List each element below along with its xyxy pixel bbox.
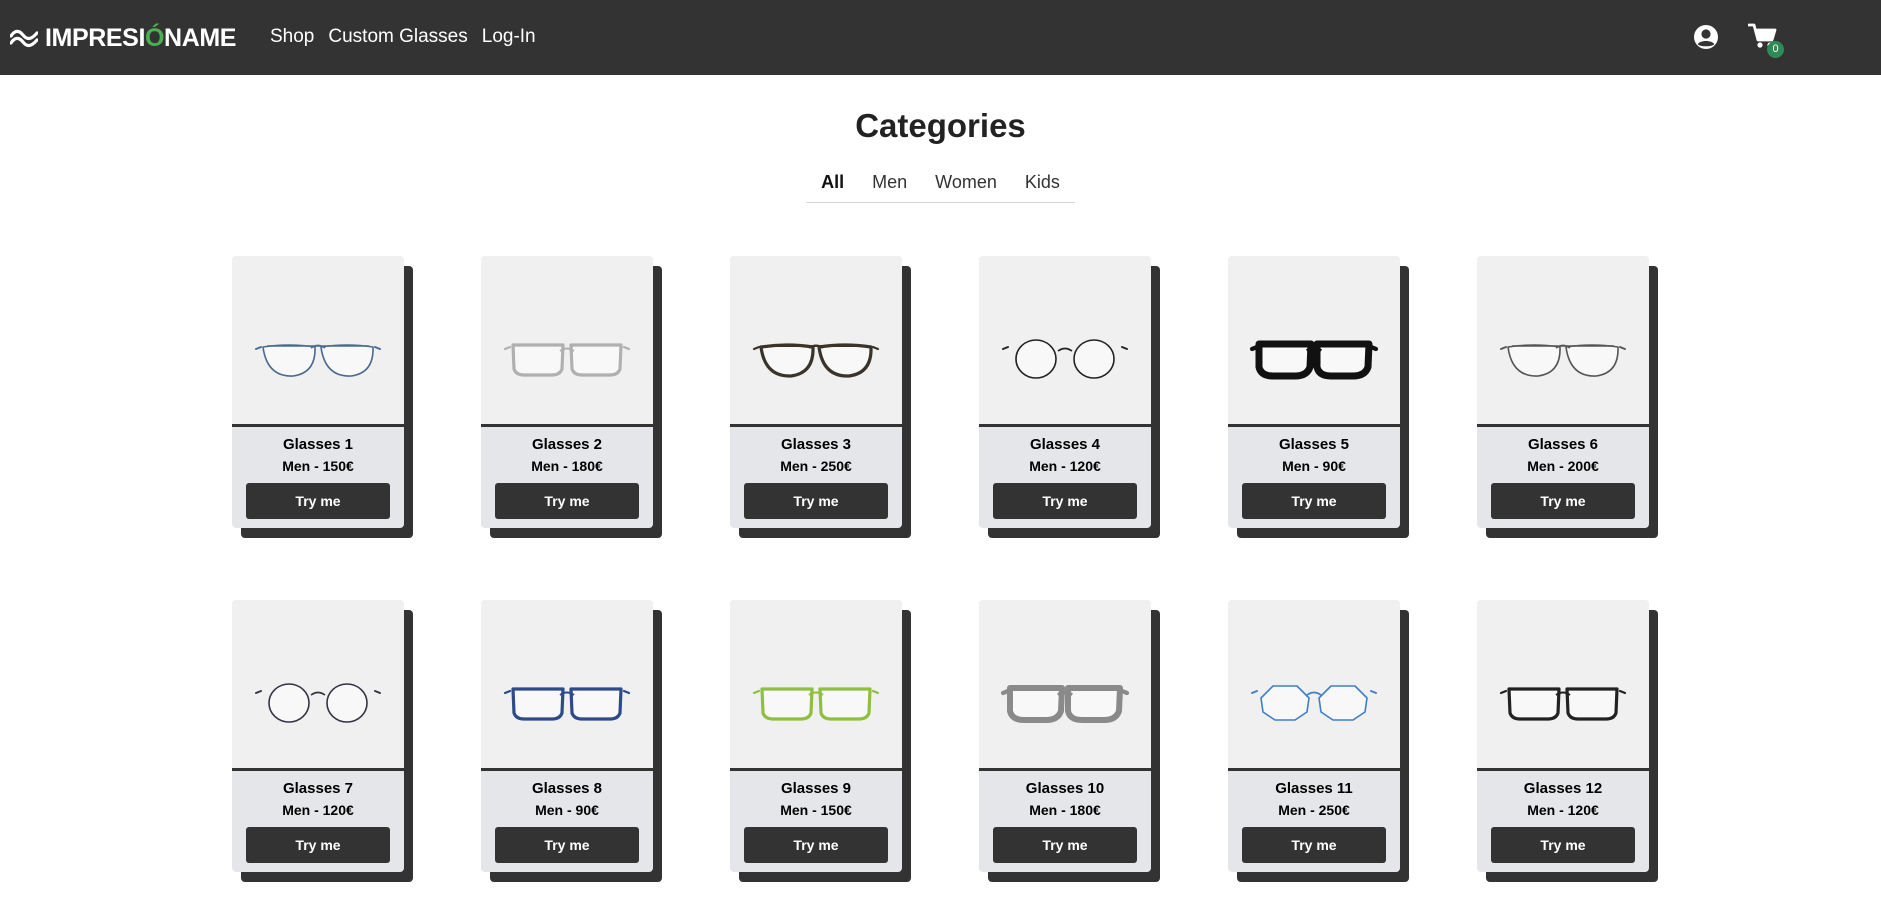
glasses-icon (752, 343, 880, 378)
product-card: Glasses 12 Men - 120€ Try me (1477, 600, 1649, 872)
nav-link-shop[interactable]: Shop (270, 24, 314, 50)
glasses-icon (255, 683, 381, 723)
glasses-icon (503, 343, 631, 377)
product-card: Glasses 4 Men - 120€ Try me (979, 256, 1151, 528)
product-name: Glasses 12 (1523, 780, 1603, 797)
glasses-icon (1002, 339, 1128, 379)
product-image[interactable] (1477, 256, 1649, 427)
product-name: Glasses 8 (531, 780, 603, 797)
try-me-button[interactable]: Try me (993, 483, 1137, 519)
product-image[interactable] (481, 600, 653, 771)
try-me-button[interactable]: Try me (993, 827, 1137, 863)
product-price: Men - 250€ (1278, 802, 1350, 818)
product-image[interactable] (1477, 600, 1649, 771)
product-image[interactable] (232, 256, 404, 427)
product-image[interactable] (730, 600, 902, 771)
glasses-icon (1249, 340, 1379, 380)
try-me-button[interactable]: Try me (1242, 827, 1386, 863)
product-card: Glasses 2 Men - 180€ Try me (481, 256, 653, 528)
try-me-button[interactable]: Try me (1491, 827, 1635, 863)
product-image[interactable] (730, 256, 902, 427)
try-me-button[interactable]: Try me (246, 827, 390, 863)
try-me-button[interactable]: Try me (1242, 483, 1386, 519)
product-price: Men - 90€ (1282, 458, 1346, 474)
tab-men[interactable]: Men (858, 168, 921, 202)
product-name: Glasses 6 (1527, 436, 1599, 453)
product-name: Glasses 1 (282, 436, 354, 453)
try-me-button[interactable]: Try me (744, 827, 888, 863)
product-price: Men - 180€ (1029, 802, 1101, 818)
product-name: Glasses 9 (780, 780, 852, 797)
product-price: Men - 180€ (531, 458, 603, 474)
wave-icon (10, 28, 38, 48)
product-card: Glasses 9 Men - 150€ Try me (730, 600, 902, 872)
try-me-button[interactable]: Try me (246, 483, 390, 519)
product-card: Glasses 8 Men - 90€ Try me (481, 600, 653, 872)
product-price: Men - 250€ (780, 458, 852, 474)
try-me-button[interactable]: Try me (1491, 483, 1635, 519)
try-me-button[interactable]: Try me (495, 827, 639, 863)
product-card: Glasses 5 Men - 90€ Try me (1228, 256, 1400, 528)
nav-link-custom-glasses[interactable]: Custom Glasses (328, 24, 467, 50)
account-button[interactable] (1692, 23, 1720, 51)
product-name: Glasses 5 (1278, 436, 1350, 453)
tab-all[interactable]: All (807, 168, 858, 202)
glasses-icon (1000, 685, 1130, 723)
product-card: Glasses 6 Men - 200€ Try me (1477, 256, 1649, 528)
product-card: Glasses 10 Men - 180€ Try me (979, 600, 1151, 872)
product-price: Men - 200€ (1527, 458, 1599, 474)
product-name: Glasses 10 (1025, 780, 1105, 797)
tab-women[interactable]: Women (921, 168, 1011, 202)
product-name: Glasses 3 (780, 436, 852, 453)
product-name: Glasses 2 (531, 436, 603, 453)
product-grid: Glasses 1 Men - 150€ Try me Glasses 2 Me… (232, 256, 1652, 872)
brand-logo[interactable]: IMPRESIÓNAME (10, 22, 236, 54)
product-card: Glasses 7 Men - 120€ Try me (232, 600, 404, 872)
product-image[interactable] (232, 600, 404, 771)
glasses-icon (255, 344, 381, 377)
product-image[interactable] (481, 256, 653, 427)
product-image[interactable] (1228, 256, 1400, 427)
product-price: Men - 150€ (780, 802, 852, 818)
page-title: Categories (855, 107, 1026, 144)
main-nav: Shop Custom Glasses Log-In (270, 24, 536, 50)
tab-kids[interactable]: Kids (1011, 168, 1074, 202)
product-card: Glasses 11 Men - 250€ Try me (1228, 600, 1400, 872)
product-image[interactable] (979, 256, 1151, 427)
brand-name: IMPRESIÓNAME (45, 24, 237, 52)
product-price: Men - 120€ (1029, 458, 1101, 474)
try-me-button[interactable]: Try me (744, 483, 888, 519)
try-me-button[interactable]: Try me (495, 483, 639, 519)
product-name: Glasses 11 (1275, 780, 1353, 797)
nav-link-login[interactable]: Log-In (482, 24, 536, 50)
product-price: Men - 120€ (282, 802, 354, 818)
glasses-icon (503, 687, 631, 721)
user-circle-icon (1694, 25, 1718, 49)
navbar: IMPRESIÓNAME Shop Custom Glasses Log-In … (0, 0, 1881, 75)
product-image[interactable] (1228, 600, 1400, 771)
product-card: Glasses 3 Men - 250€ Try me (730, 256, 902, 528)
product-price: Men - 120€ (1527, 802, 1599, 818)
product-price: Men - 150€ (282, 458, 354, 474)
cart-count-badge: 0 (1767, 41, 1784, 58)
glasses-icon (752, 687, 880, 721)
product-card: Glasses 1 Men - 150€ Try me (232, 256, 404, 528)
glasses-icon (1251, 685, 1377, 721)
glasses-icon (1499, 687, 1627, 721)
product-price: Men - 90€ (535, 802, 599, 818)
category-tabs: All Men Women Kids (806, 168, 1075, 203)
product-name: Glasses 4 (1029, 436, 1101, 453)
cart-button[interactable]: 0 (1747, 22, 1786, 60)
glasses-icon (1500, 344, 1626, 377)
product-image[interactable] (979, 600, 1151, 771)
product-name: Glasses 7 (282, 780, 354, 797)
